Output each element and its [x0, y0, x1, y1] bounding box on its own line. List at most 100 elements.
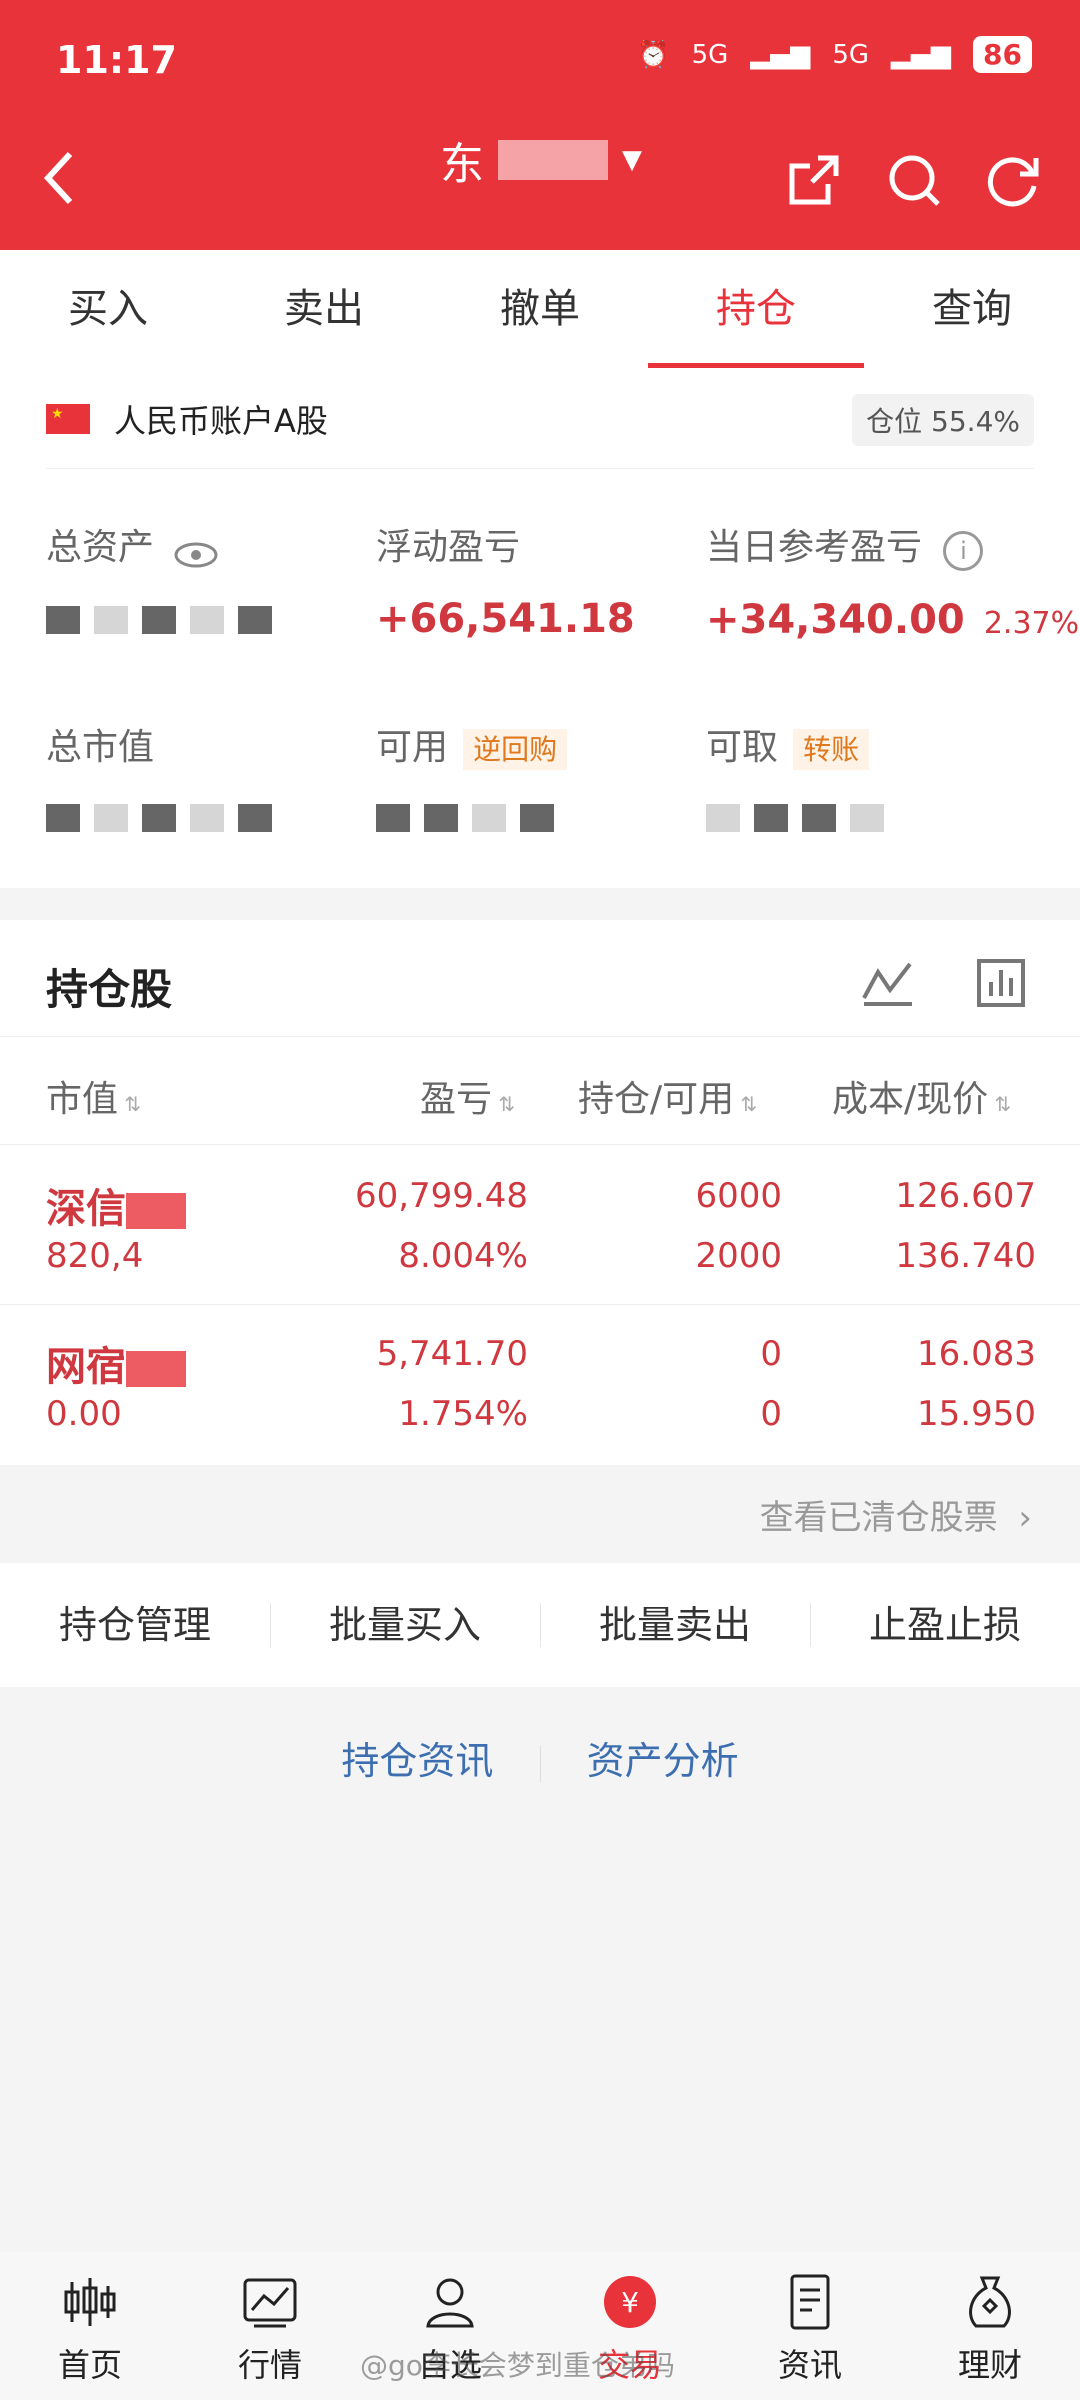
network-signal-1: 5G	[691, 39, 729, 70]
daily-pl-percent: 2.37%	[983, 606, 1080, 641]
masked-available	[376, 804, 567, 832]
total-assets-label: 总资产	[46, 527, 155, 568]
nav-home-label: 首页	[57, 2346, 122, 2384]
stock-name: 深信	[46, 1176, 186, 1234]
svg-text:¥: ¥	[621, 2286, 639, 2319]
search-icon	[889, 155, 940, 206]
network-signal-2: 5G	[832, 39, 870, 70]
caret-down-icon: ▼	[622, 145, 642, 175]
refresh-button[interactable]	[984, 150, 1044, 214]
daily-pl: 当日参考盈亏 i +34,340.00 2.37%	[706, 518, 1079, 643]
reverse-repo-button[interactable]: 逆回购	[463, 729, 568, 770]
bar-chart-icon[interactable]	[976, 958, 1026, 1008]
position-value: 55.4%	[931, 405, 1020, 438]
status-bar-right: ⏰ 5G ▂▄▆ 5G ▂▄▆ 86	[637, 36, 1032, 73]
watermark-text: @go李长会梦到重仓弟吗	[360, 2349, 675, 2382]
share-button[interactable]	[784, 150, 844, 214]
view-cleared-stocks-link[interactable]: 查看已清仓股票 ›	[760, 1490, 1032, 1539]
tab-holdings[interactable]: 持仓	[648, 250, 864, 368]
sort-icon: ⇅	[988, 1092, 1012, 1116]
column-market-value-label: 市值	[46, 1079, 119, 1120]
asset-analysis-link[interactable]: 资产分析	[587, 1739, 739, 1783]
masked-account-name	[498, 140, 608, 180]
holdings-title: 持仓股	[46, 965, 173, 1014]
search-button[interactable]	[884, 150, 944, 214]
daily-pl-label: 当日参考盈亏 i	[706, 518, 1079, 571]
refresh-icon	[987, 157, 1039, 207]
take-profit-stop-loss-button[interactable]: 止盈止损	[810, 1563, 1080, 1687]
header-actions	[784, 150, 1044, 214]
position-label: 仓位	[866, 405, 923, 438]
stock-available: 2000	[695, 1236, 782, 1276]
table-row[interactable]: 网宿 0.00 5,741.70 1.754% 0 0 16.083 15.95…	[0, 1304, 1080, 1464]
nav-wealth-label: 理财	[957, 2346, 1022, 2384]
stock-market-value: 0.00	[46, 1394, 122, 1434]
account-selector[interactable]: 东 ▼	[440, 128, 642, 192]
nav-market-label: 行情	[237, 2346, 302, 2384]
info-links: 持仓资讯 资产分析	[0, 1730, 1080, 1785]
signal-icon: ▂▄▆	[750, 39, 811, 70]
tab-cancel[interactable]: 撤单	[432, 250, 648, 368]
status-time: 11:17	[56, 38, 177, 82]
holdings-news-link[interactable]: 持仓资讯	[341, 1739, 493, 1783]
chevron-right-icon: ›	[1018, 1498, 1032, 1538]
back-button[interactable]	[40, 148, 80, 212]
market-value-label: 总市值	[46, 727, 155, 768]
nav-news[interactable]: 资讯	[720, 2252, 900, 2400]
daily-pl-value: +34,340.00	[706, 597, 965, 643]
floating-pl-value: +66,541.18	[376, 596, 635, 642]
column-cost[interactable]: 成本/现价 ⇅	[832, 1070, 1011, 1122]
masked-market-value	[46, 804, 272, 832]
column-pl[interactable]: 盈亏 ⇅	[420, 1070, 515, 1122]
yuan-icon: ¥	[604, 2276, 656, 2328]
masked-name	[126, 1193, 186, 1229]
masked-name	[126, 1351, 186, 1387]
stock-name: 网宿	[46, 1334, 186, 1392]
tab-sell[interactable]: 卖出	[216, 250, 432, 368]
stock-available: 0	[760, 1394, 782, 1434]
stock-cost: 16.083	[917, 1334, 1036, 1374]
divider	[46, 468, 1034, 469]
sort-icon: ⇅	[492, 1092, 516, 1116]
candlestick-icon	[64, 2278, 116, 2326]
available-funds: 可用 逆回购	[376, 718, 568, 832]
line-chart-icon[interactable]	[860, 958, 916, 1008]
account-name: 人民币账户A股	[114, 402, 328, 440]
batch-sell-button[interactable]: 批量卖出	[540, 1563, 810, 1687]
tab-query[interactable]: 查询	[864, 250, 1080, 368]
stock-pl: 60,799.48	[354, 1176, 528, 1216]
info-icon[interactable]: i	[943, 531, 984, 571]
daily-pl-label-text: 当日参考盈亏	[706, 527, 923, 568]
stock-position: 0	[760, 1334, 782, 1374]
nav-market[interactable]: 行情	[180, 2252, 360, 2400]
divider	[539, 1745, 541, 1782]
account-summary: 人民币账户A股 仓位 55.4% 总资产 浮动盈亏 +66,541.18 当日参…	[0, 368, 1080, 888]
sort-icon: ⇅	[734, 1092, 758, 1116]
column-pl-label: 盈亏	[420, 1079, 493, 1120]
eye-icon[interactable]	[173, 540, 219, 570]
table-row[interactable]: 深信 820,4 60,799.48 8.004% 6000 2000 126.…	[0, 1144, 1080, 1304]
nav-wealth[interactable]: 理财	[900, 2252, 1080, 2400]
transfer-button[interactable]: 转账	[793, 729, 870, 770]
share-icon	[789, 155, 839, 205]
stock-position: 6000	[695, 1176, 782, 1216]
sort-icon: ⇅	[118, 1092, 142, 1116]
nav-home[interactable]: 首页	[0, 2252, 180, 2400]
batch-buy-button[interactable]: 批量买入	[270, 1563, 540, 1687]
withdrawable-funds: 可取 转账	[706, 718, 884, 832]
column-position[interactable]: 持仓/可用 ⇅	[578, 1070, 757, 1122]
china-flag-icon	[46, 404, 90, 434]
holding-management-button[interactable]: 持仓管理	[0, 1563, 270, 1687]
account-row: 人民币账户A股	[46, 396, 328, 442]
chevron-left-icon	[43, 151, 73, 205]
stock-pl-percent: 8.004%	[398, 1236, 528, 1276]
battery-indicator: 86	[973, 36, 1032, 73]
cleared-link-label: 查看已清仓股票	[759, 1498, 998, 1538]
column-market-value[interactable]: 市值 ⇅	[46, 1070, 141, 1122]
floating-pl-label: 浮动盈亏	[376, 527, 521, 568]
column-cost-label: 成本/现价	[832, 1079, 989, 1120]
masked-withdrawable	[706, 804, 884, 832]
stock-price: 15.950	[917, 1394, 1036, 1434]
tab-buy[interactable]: 买入	[0, 250, 216, 368]
alarm-icon: ⏰	[637, 39, 670, 70]
